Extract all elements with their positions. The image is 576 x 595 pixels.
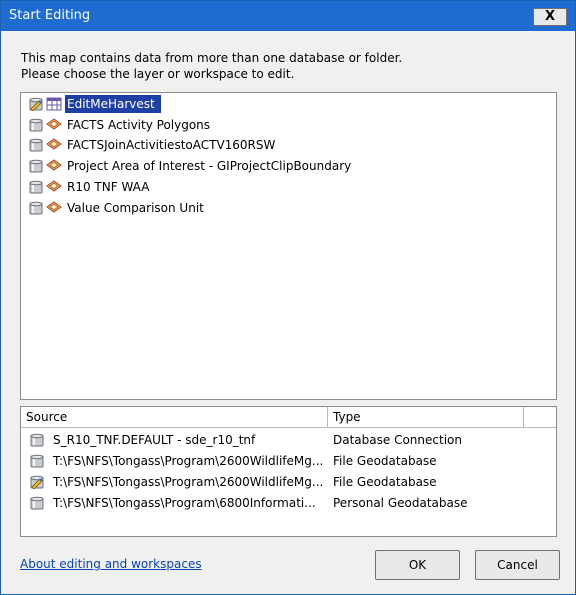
database-icon — [30, 496, 44, 510]
start-editing-dialog: Start Editing X This map contains data f… — [0, 0, 576, 595]
layer-label: Project Area of Interest - GIProjectClip… — [67, 159, 352, 173]
table-row[interactable]: T:\FS\NFS\Tongass\Program\6800Informati.… — [21, 493, 556, 513]
layer-label: FACTSJoinActivitiestoACTV160RSW — [67, 138, 276, 152]
database-icon — [29, 180, 43, 194]
instruction-message: This map contains data from more than on… — [21, 50, 402, 82]
column-header-type[interactable]: Type — [328, 407, 524, 427]
layer-icon — [46, 201, 62, 215]
layer-item[interactable]: R10 TNF WAA — [29, 177, 151, 197]
layer-icon — [46, 180, 62, 194]
about-editing-link[interactable]: About editing and workspaces — [20, 557, 202, 571]
source-cell: T:\FS\NFS\Tongass\Program\6800Informati.… — [53, 496, 316, 510]
type-cell: File Geodatabase — [333, 475, 437, 489]
column-header-filler — [524, 407, 556, 427]
layer-icon — [46, 118, 62, 132]
message-line-1: This map contains data from more than on… — [21, 51, 403, 65]
type-cell: File Geodatabase — [333, 454, 437, 468]
layer-label: R10 TNF WAA — [67, 180, 150, 194]
layer-item[interactable]: Value Comparison Unit — [29, 198, 206, 218]
edit-database-icon — [30, 475, 44, 489]
close-button[interactable]: X — [533, 8, 567, 26]
edit-database-icon — [29, 97, 43, 111]
layer-label: FACTS Activity Polygons — [67, 118, 211, 132]
message-line-2: Please choose the layer or workspace to … — [21, 67, 295, 81]
database-icon — [29, 201, 43, 215]
layer-icon — [46, 138, 62, 152]
table-row[interactable]: T:\FS\NFS\Tongass\Program\2600WildlifeMg… — [21, 472, 556, 492]
ok-button[interactable]: OK — [375, 550, 460, 580]
table-row[interactable]: T:\FS\NFS\Tongass\Program\2600WildlifeMg… — [21, 451, 556, 471]
layer-label: Value Comparison Unit — [67, 201, 204, 215]
window-title: Start Editing — [9, 8, 91, 23]
table-row[interactable]: S_R10_TNF.DEFAULT - sde_r10_tnf Database… — [21, 430, 556, 450]
database-icon — [30, 433, 44, 447]
table-header: Source Type — [21, 407, 556, 428]
workspace-table[interactable]: Source Type S_R10_TNF.DEFAULT - sde_r10_… — [20, 406, 557, 537]
table-icon — [46, 97, 62, 111]
cancel-button[interactable]: Cancel — [475, 550, 560, 580]
database-icon — [29, 159, 43, 173]
layer-item[interactable]: FACTS Activity Polygons — [29, 115, 212, 135]
layer-icon — [46, 159, 62, 173]
title-bar: Start Editing X — [1, 1, 575, 31]
source-cell: T:\FS\NFS\Tongass\Program\2600WildlifeMg… — [53, 475, 324, 489]
database-icon — [30, 454, 44, 468]
source-cell: S_R10_TNF.DEFAULT - sde_r10_tnf — [53, 433, 256, 447]
layer-item[interactable]: FACTSJoinActivitiestoACTV160RSW — [29, 135, 277, 155]
database-icon — [29, 138, 43, 152]
column-header-source[interactable]: Source — [21, 407, 328, 427]
layer-list[interactable]: EditMeHarvest FACTS Activity Polygons FA… — [20, 92, 557, 400]
database-icon — [29, 118, 43, 132]
layer-label: EditMeHarvest — [65, 95, 161, 113]
type-cell: Personal Geodatabase — [333, 496, 468, 510]
type-cell: Database Connection — [333, 433, 462, 447]
source-cell: T:\FS\NFS\Tongass\Program\2600WildlifeMg… — [53, 454, 324, 468]
layer-item[interactable]: Project Area of Interest - GIProjectClip… — [29, 156, 353, 176]
layer-item[interactable]: EditMeHarvest — [29, 94, 161, 114]
